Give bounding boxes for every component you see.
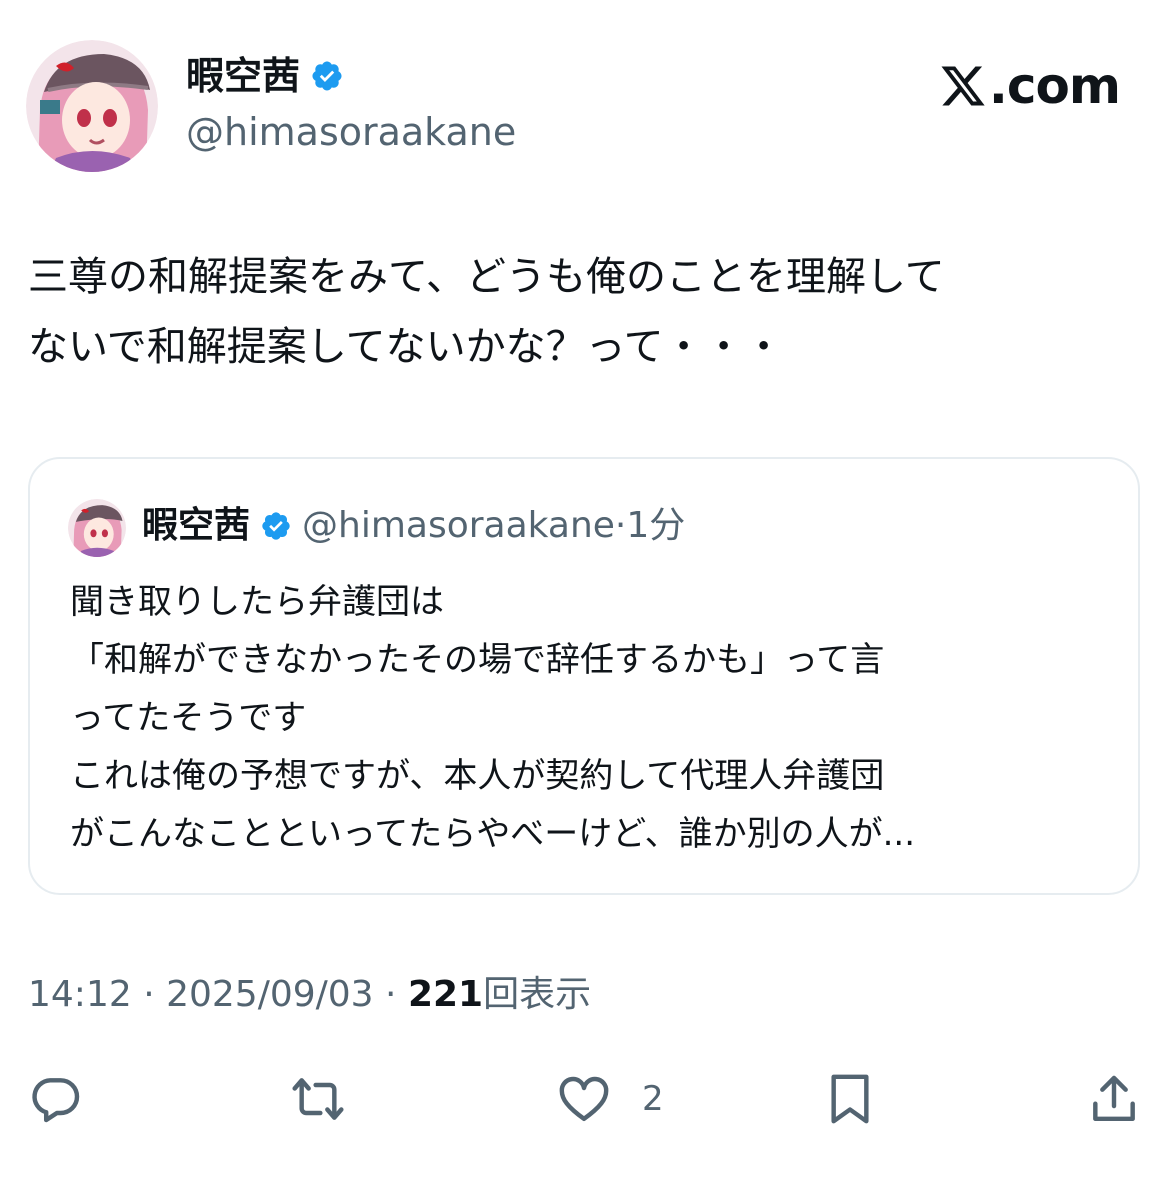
meta-separator: ·: [131, 974, 167, 1015]
x-com-brand: .com: [939, 56, 1121, 116]
repost-icon: [292, 1078, 344, 1120]
quoted-tweet-header: 暇空茜 @himasoraakane · 1分: [142, 501, 685, 551]
views-label: 回表示: [483, 974, 592, 1015]
author-name[interactable]: 暇空茜: [186, 50, 300, 102]
x-com-text: .com: [988, 57, 1121, 115]
author-avatar[interactable]: [26, 40, 158, 172]
author-handle[interactable]: @himasoraakane: [186, 106, 516, 158]
bookmark-icon: [831, 1074, 869, 1124]
views-count: 221: [407, 974, 484, 1015]
heart-icon: [559, 1076, 609, 1122]
author-name-row: 暇空茜: [186, 50, 344, 102]
quoted-time: 1分: [626, 505, 686, 546]
quoted-tweet-body: 聞き取りしたら弁護団は 「和解ができなかったその場で辞任するかも」って言 ってた…: [70, 582, 916, 854]
tweet-time: 14:12: [28, 974, 132, 1015]
tweet-meta: 14:12 · 2025/09/03 · 221回表示: [28, 970, 591, 1020]
share-icon: [1093, 1075, 1135, 1122]
action-bar: 2: [0, 1064, 1170, 1134]
quoted-author-handle: @himasoraakane: [302, 505, 615, 546]
quoted-author-avatar[interactable]: [68, 499, 126, 557]
x-logo-icon: [941, 66, 985, 106]
tweet-date: 2025/09/03: [166, 974, 374, 1015]
verified-badge-icon: [262, 512, 290, 540]
reply-button[interactable]: [28, 1064, 84, 1134]
like-button[interactable]: 2: [556, 1064, 664, 1134]
quoted-author-name: 暇空茜: [142, 505, 251, 546]
share-button[interactable]: [1086, 1064, 1142, 1134]
reply-icon: [32, 1078, 80, 1123]
bookmark-button[interactable]: [822, 1064, 878, 1134]
like-count: 2: [642, 1079, 664, 1119]
verified-badge-icon: [312, 61, 342, 91]
quoted-separator: ·: [614, 505, 627, 546]
repost-button[interactable]: [290, 1064, 346, 1134]
meta-separator: ·: [373, 974, 408, 1015]
quoted-tweet-card[interactable]: 暇空茜 @himasoraakane · 1分 聞き取りしたら弁護団は 「和解が…: [28, 457, 1140, 895]
tweet-text: 三尊の和解提案をみて、どうも俺のことを理解して ないで和解提案してないかな？って…: [28, 254, 945, 370]
